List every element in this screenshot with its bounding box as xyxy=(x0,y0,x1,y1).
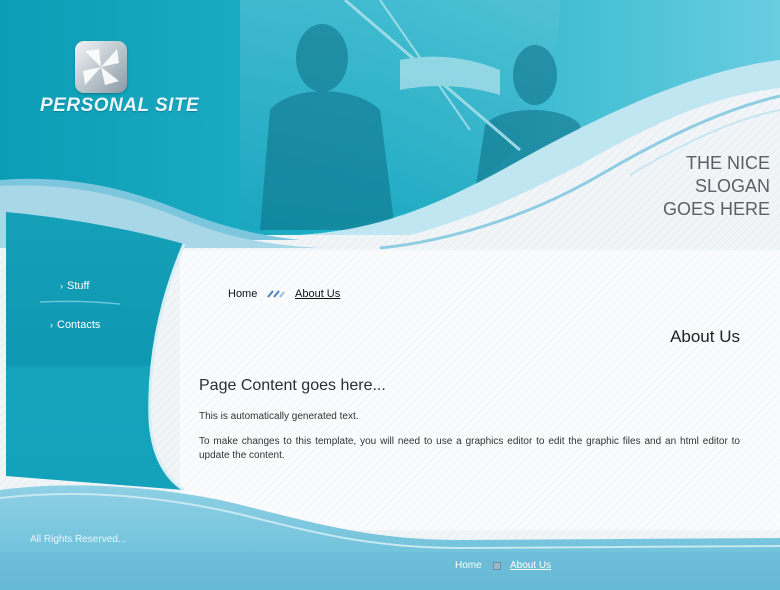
content-paragraph: This is automatically generated text. xyxy=(199,411,359,422)
chevron-right-icon: › xyxy=(60,281,63,291)
sidebar-item-label: Contacts xyxy=(57,319,101,331)
sidebar-item-contacts[interactable]: › Contacts xyxy=(50,319,100,331)
content-title: Page Content goes here... xyxy=(199,377,386,394)
chevron-right-icon: › xyxy=(50,320,53,330)
slogan-line-3: GOES HERE xyxy=(662,199,770,219)
breadcrumb-about-us[interactable]: About Us xyxy=(295,288,340,300)
content-paragraph: To make changes to this template, you wi… xyxy=(199,436,740,461)
pinwheel-icon xyxy=(83,49,119,85)
site-name: PERSONAL SITE xyxy=(40,95,200,116)
slogan-line-1: THE NICE xyxy=(685,153,770,173)
logo-icon xyxy=(75,41,127,93)
sidebar-item-stuff[interactable]: › Stuff xyxy=(60,280,89,292)
double-slash-icon xyxy=(267,290,285,298)
page-heading: About Us xyxy=(670,327,740,346)
breadcrumb-home[interactable]: Home xyxy=(228,288,257,300)
footer-link-about-us[interactable]: About Us xyxy=(510,560,551,571)
footer-separator-icon xyxy=(493,562,501,570)
slogan-line-2: SLOGAN xyxy=(694,176,770,196)
footer-link-home[interactable]: Home xyxy=(455,560,482,571)
copyright-text: All Rights Reserved... xyxy=(30,534,127,545)
slogan: THE NICE SLOGAN GOES HERE xyxy=(663,152,770,221)
sidebar-item-label: Stuff xyxy=(67,280,90,292)
